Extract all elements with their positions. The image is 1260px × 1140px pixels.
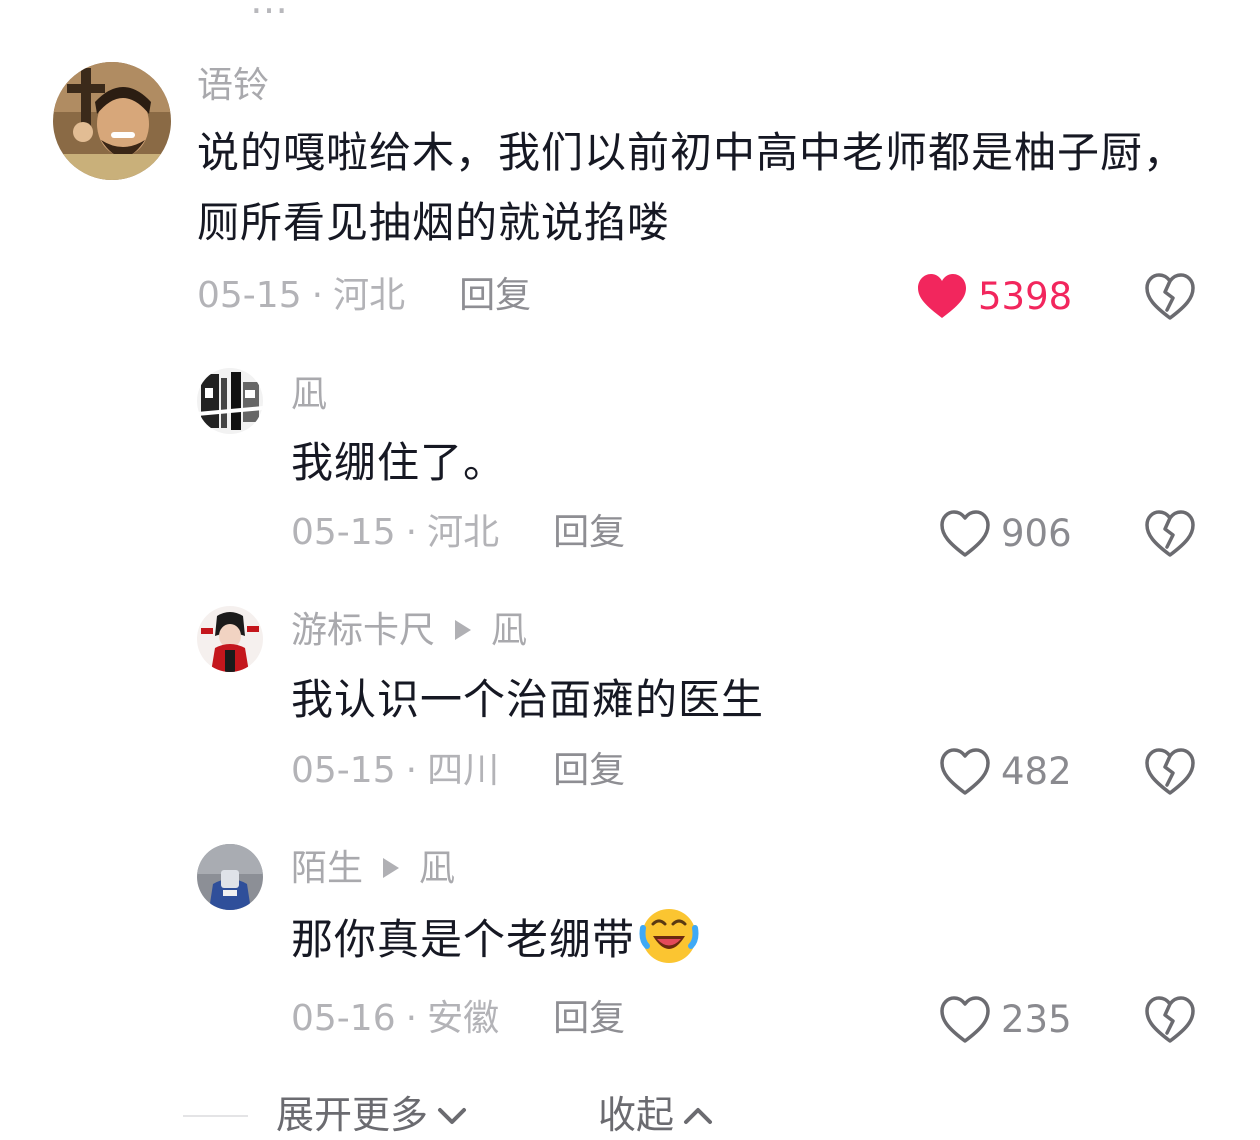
reply-author[interactable]: 游标卡尺	[291, 610, 435, 651]
like-button[interactable]: 5398	[916, 272, 1072, 322]
dislike-button[interactable]	[1144, 747, 1196, 797]
reply-arrow-icon	[455, 620, 472, 640]
dislike-button[interactable]	[1144, 272, 1196, 322]
avatar-blue-figure-icon	[197, 844, 263, 910]
comment-text: 那你真是个老绷带	[291, 905, 1151, 975]
avatar-anime-character-red-icon	[197, 606, 263, 672]
comment-text: 说的嘎啦给木，我们以前初中高中老师都是柚子厨，厕所看见抽烟的就说掐喽	[197, 128, 1187, 247]
divider-line	[183, 1115, 248, 1117]
collapse-label: 收起	[598, 1093, 675, 1137]
heart-outline-icon	[940, 510, 990, 557]
comment-text: 我认识一个治面瘫的医生	[291, 675, 765, 724]
broken-heart-icon	[1145, 510, 1195, 557]
like-button[interactable]: 906	[939, 509, 1072, 559]
comment-username[interactable]: 凪	[291, 375, 327, 415]
comment-location: 河北	[333, 275, 406, 316]
comment-meta: 05-15 · 四川 回复	[291, 751, 625, 791]
comment-date: 05-15	[291, 512, 396, 553]
comment-username[interactable]: 陌生 凪	[291, 849, 455, 889]
heart-filled-icon	[918, 274, 966, 318]
comment-text-content: 那你真是个老绷带	[291, 915, 636, 964]
broken-heart-icon	[1145, 748, 1195, 795]
reply-author[interactable]: 陌生	[291, 848, 363, 889]
comment-location: 河北	[427, 512, 500, 553]
broken-heart-icon	[1145, 273, 1195, 320]
like-button[interactable]: 235	[939, 995, 1072, 1045]
avatar-photo-smiling-man-icon	[53, 62, 171, 180]
expand-more-button[interactable]: 展开更多	[276, 1093, 470, 1137]
dislike-button[interactable]	[1144, 509, 1196, 559]
reply-button[interactable]: 回复	[553, 512, 625, 553]
comment-date: 05-16	[291, 998, 396, 1039]
avatar[interactable]	[53, 62, 171, 180]
comment-meta: 05-16 · 安徽 回复	[291, 999, 625, 1039]
collapse-button[interactable]: 收起	[598, 1093, 716, 1137]
comment-username[interactable]: 游标卡尺 凪	[291, 611, 527, 651]
reply-button[interactable]: 回复	[553, 998, 625, 1039]
chevron-up-icon	[684, 1108, 713, 1124]
comment-username[interactable]: 语铃	[197, 66, 269, 106]
meta-separator: ·	[311, 275, 324, 316]
heart-outline-icon	[940, 996, 990, 1043]
avatar[interactable]	[197, 368, 263, 434]
reply-arrow-icon	[383, 858, 400, 878]
truncated-previous-reply: …	[250, 0, 294, 22]
avatar[interactable]	[197, 606, 263, 672]
like-count: 482	[1001, 750, 1072, 793]
avatar-manga-illustration-icon	[197, 368, 263, 434]
like-count: 906	[1001, 512, 1072, 555]
avatar[interactable]	[197, 844, 263, 910]
like-count: 235	[1001, 998, 1072, 1041]
like-count: 5398	[978, 275, 1073, 318]
chevron-down-icon	[438, 1108, 467, 1124]
meta-separator: ·	[405, 512, 418, 553]
meta-separator: ·	[405, 750, 418, 791]
replies-footer: 展开更多 收起	[0, 1085, 1260, 1140]
dislike-button[interactable]	[1144, 995, 1196, 1045]
comment-location: 安徽	[427, 998, 500, 1039]
heart-outline-icon	[940, 748, 990, 795]
expand-more-label: 展开更多	[276, 1093, 429, 1137]
comment-date: 05-15	[197, 275, 302, 316]
comment-date: 05-15	[291, 750, 396, 791]
reply-button[interactable]: 回复	[459, 275, 531, 316]
reply-target[interactable]: 凪	[419, 848, 455, 889]
comment-text: 我绷住了。	[291, 438, 507, 487]
comment-meta: 05-15 · 河北 回复	[197, 276, 531, 316]
like-button[interactable]: 482	[939, 747, 1072, 797]
comment-location: 四川	[427, 750, 500, 791]
reply-target[interactable]: 凪	[491, 610, 527, 651]
comment-meta: 05-15 · 河北 回复	[291, 513, 625, 553]
meta-separator: ·	[405, 998, 418, 1039]
rolling-laughing-emoji-icon	[639, 909, 699, 963]
broken-heart-icon	[1145, 996, 1195, 1043]
reply-button[interactable]: 回复	[553, 750, 625, 791]
